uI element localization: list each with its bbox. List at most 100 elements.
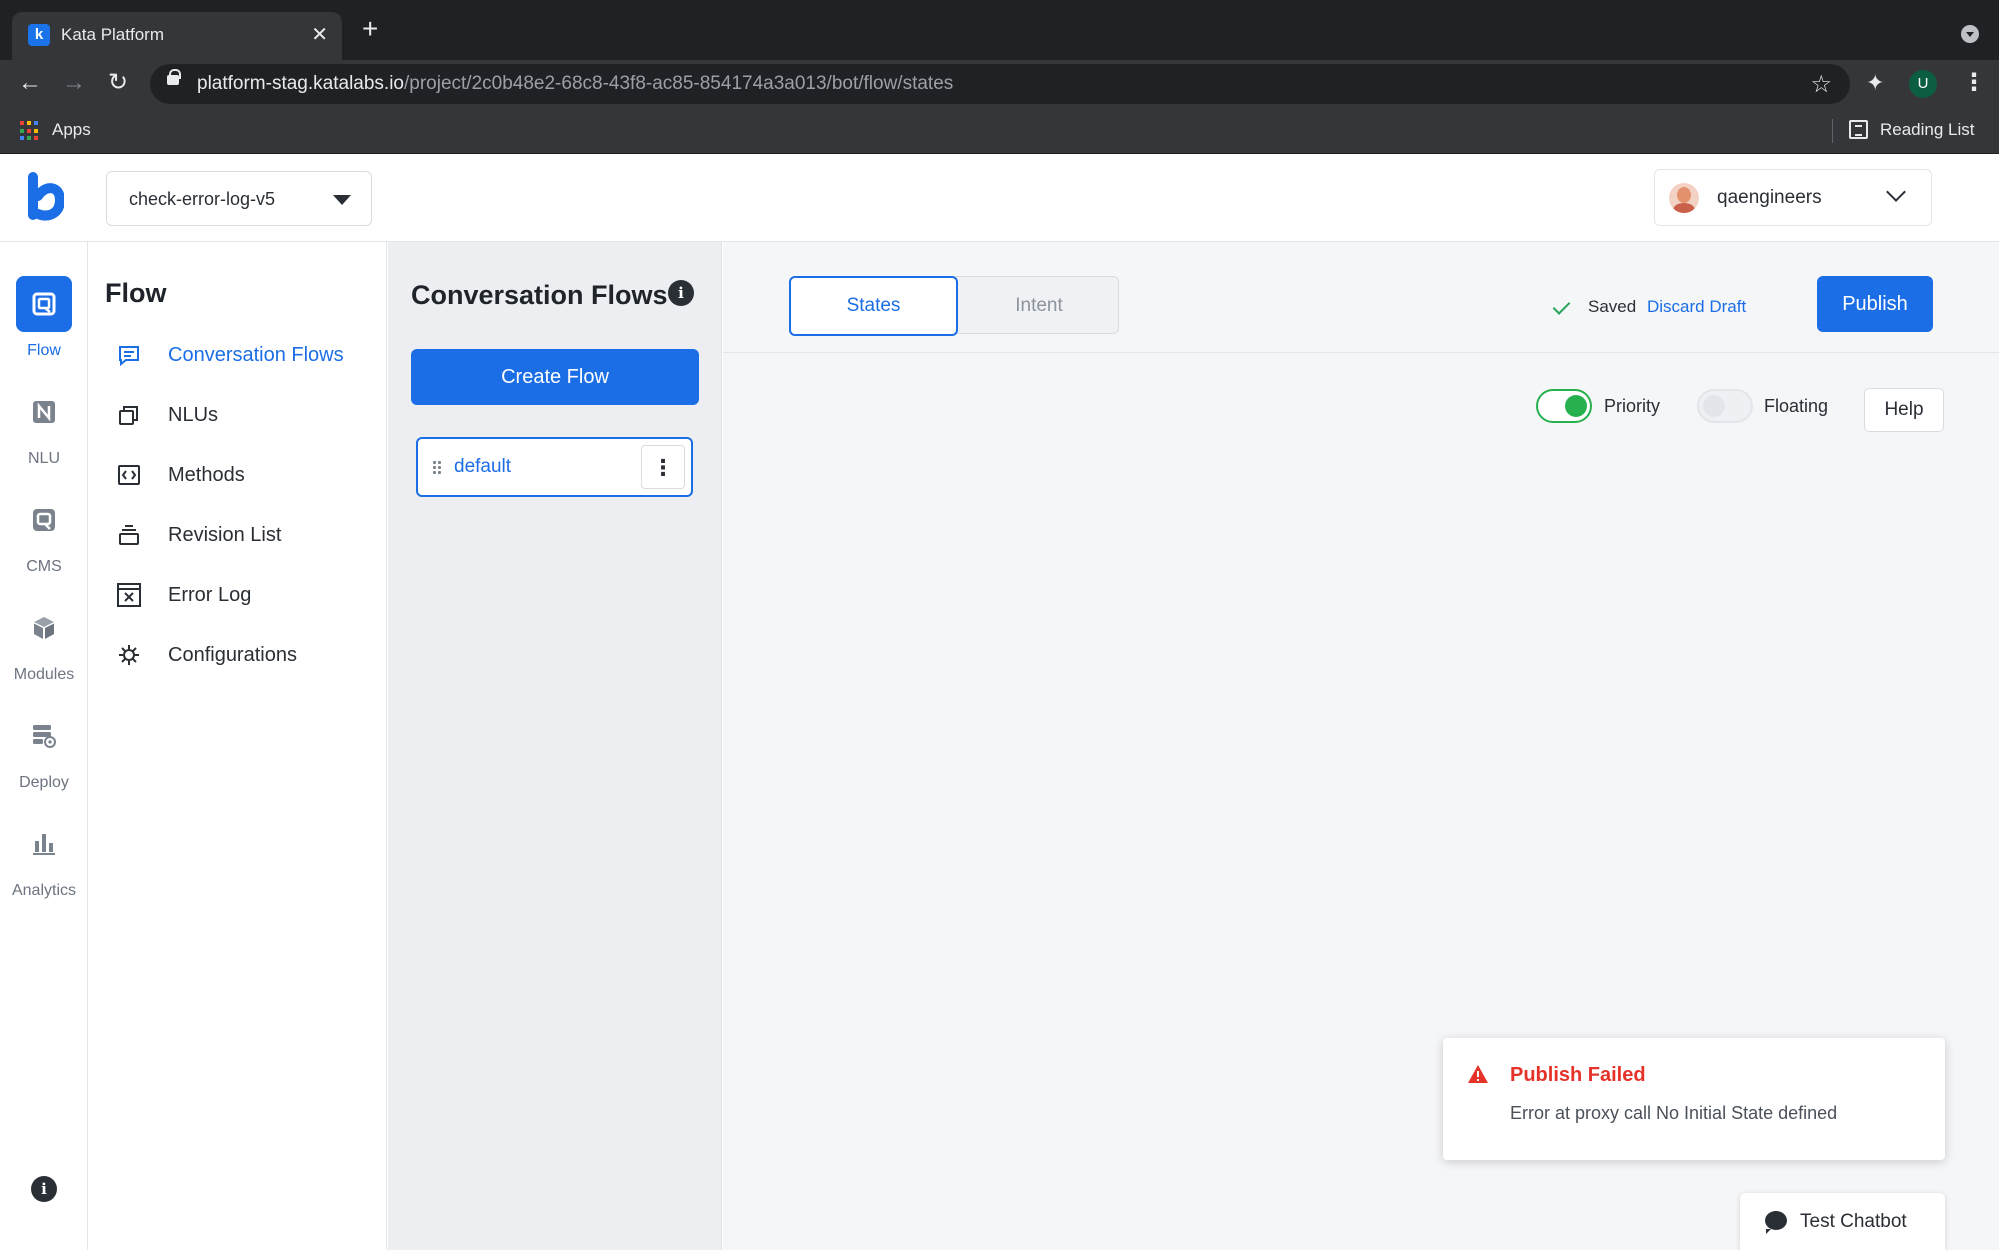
info-icon[interactable]: i bbox=[668, 280, 694, 306]
floating-toggle[interactable] bbox=[1697, 389, 1753, 423]
project-name: check-error-log-v5 bbox=[129, 189, 276, 209]
kata-logo-icon[interactable] bbox=[26, 170, 64, 222]
profile-avatar[interactable]: U bbox=[1909, 70, 1937, 98]
more-vertical-icon[interactable]: ⋮ bbox=[641, 445, 685, 489]
test-chatbot-button[interactable]: Test Chatbot bbox=[1740, 1193, 1945, 1250]
back-icon[interactable]: ← bbox=[18, 68, 42, 98]
flow-icon bbox=[32, 292, 56, 316]
reload-icon[interactable]: ↻ bbox=[108, 68, 128, 98]
bookmarks-bar: Apps Reading List bbox=[0, 108, 1999, 154]
info-icon[interactable]: i bbox=[31, 1176, 57, 1202]
cms-icon bbox=[33, 509, 55, 531]
address-bar[interactable]: platform-stag.katalabs.io/project/2c0b48… bbox=[150, 64, 1850, 104]
priority-toggle[interactable] bbox=[1536, 389, 1592, 423]
toast-message: Error at proxy call No Initial State def… bbox=[1510, 1103, 1838, 1123]
reading-list-icon[interactable] bbox=[1849, 120, 1868, 139]
rail-item-deploy[interactable]: Deploy bbox=[0, 708, 88, 808]
discard-draft-link[interactable]: Discard Draft bbox=[1647, 297, 1746, 317]
browser-tab[interactable]: k Kata Platform ✕ bbox=[12, 12, 342, 60]
test-chatbot-label: Test Chatbot bbox=[1800, 1211, 1907, 1232]
browser-tabbar: k Kata Platform ✕ + bbox=[0, 0, 1999, 60]
chat-icon bbox=[1765, 1211, 1787, 1234]
tab-title: Kata Platform bbox=[61, 25, 164, 44]
subnav-item-conversation-flows[interactable]: Conversation Flows bbox=[89, 333, 387, 377]
caret-down-icon bbox=[333, 195, 351, 205]
subnav-label: Error Log bbox=[168, 584, 252, 606]
modules-icon bbox=[34, 617, 54, 639]
project-selector[interactable]: check-error-log-v5 bbox=[106, 171, 372, 226]
apps-grid-icon[interactable] bbox=[20, 121, 40, 141]
priority-label: Priority bbox=[1604, 396, 1661, 416]
extensions-puzzle-icon[interactable]: ✦ bbox=[1866, 70, 1884, 96]
url-text: platform-stag.katalabs.io/project/2c0b48… bbox=[197, 73, 954, 94]
app-header: check-error-log-v5 qaengineers bbox=[0, 154, 1999, 242]
rail-label: Analytics bbox=[11, 882, 77, 899]
rail-label: Deploy bbox=[19, 774, 69, 791]
create-flow-button[interactable]: Create Flow bbox=[411, 349, 699, 405]
drag-handle-icon[interactable] bbox=[432, 460, 441, 476]
subnav-item-error-log[interactable]: Error Log bbox=[89, 573, 387, 617]
chevron-down-icon bbox=[1886, 182, 1906, 202]
view-tabs: States Intent bbox=[789, 276, 1120, 336]
warning-icon bbox=[1468, 1065, 1488, 1083]
publish-button[interactable]: Publish bbox=[1817, 276, 1933, 332]
rail-item-analytics[interactable]: Analytics bbox=[0, 816, 88, 916]
lock-icon[interactable] bbox=[167, 69, 181, 85]
subnav-item-configurations[interactable]: Configurations bbox=[89, 633, 387, 677]
reading-list-button[interactable]: Reading List bbox=[1880, 120, 1975, 140]
nlu-icon bbox=[33, 401, 55, 423]
code-icon bbox=[118, 465, 140, 485]
toast-title: Publish Failed bbox=[1510, 1064, 1646, 1086]
new-tab-button[interactable]: + bbox=[362, 14, 378, 44]
bookmarks-divider bbox=[1832, 119, 1833, 143]
browser-toolbar: ← → ↻ platform-stag.katalabs.io/project/… bbox=[0, 60, 1999, 108]
rail-label: Modules bbox=[13, 666, 75, 683]
subnav-item-methods[interactable]: Methods bbox=[89, 453, 387, 497]
apps-bookmark[interactable]: Apps bbox=[52, 120, 91, 140]
conversation-flows-panel: Conversation Flows i Create Flow default… bbox=[388, 242, 722, 1250]
subnav-label: Revision List bbox=[168, 524, 282, 546]
revision-icon bbox=[119, 525, 139, 545]
forward-icon[interactable]: → bbox=[62, 68, 86, 98]
rail-label: CMS bbox=[26, 558, 62, 575]
rail-item-flow[interactable]: Flow bbox=[0, 276, 88, 376]
deploy-icon bbox=[33, 725, 56, 748]
chrome-menu-icon[interactable]: ⋮ bbox=[1962, 68, 1986, 97]
tab-states[interactable]: States bbox=[789, 276, 958, 336]
rail-item-nlu[interactable]: NLU bbox=[0, 384, 88, 484]
flow-list-item[interactable]: default ⋮ bbox=[416, 437, 693, 497]
user-name: qaengineers bbox=[1717, 187, 1822, 208]
analytics-icon bbox=[33, 834, 55, 855]
subnav-label: Methods bbox=[168, 464, 245, 486]
tab-search-icon[interactable] bbox=[1961, 25, 1979, 43]
help-button[interactable]: Help bbox=[1864, 388, 1944, 432]
subnav-label: Configurations bbox=[168, 644, 297, 666]
chat-bubble-icon bbox=[119, 346, 139, 367]
close-tab-icon[interactable]: ✕ bbox=[311, 22, 328, 47]
flow-subnav: Flow Conversation Flows NLUs Methods Rev… bbox=[89, 242, 387, 1250]
rail-label: Flow bbox=[27, 342, 61, 359]
main-nav-rail: Flow NLU CMS Modules Deploy Analytics i bbox=[0, 242, 88, 1250]
floating-label: Floating bbox=[1764, 396, 1829, 416]
kata-favicon-icon: k bbox=[28, 24, 50, 46]
user-menu[interactable]: qaengineers bbox=[1654, 169, 1932, 226]
subnav-title: Flow bbox=[105, 278, 167, 308]
tab-intent[interactable]: Intent bbox=[958, 277, 1120, 335]
avatar bbox=[1669, 183, 1699, 213]
flow-name: default bbox=[454, 456, 512, 477]
toggle-knob bbox=[1703, 395, 1725, 417]
subnav-item-nlus[interactable]: NLUs bbox=[89, 393, 387, 437]
saved-status: Saved bbox=[1588, 297, 1637, 316]
toggle-knob bbox=[1565, 395, 1587, 417]
error-toast: Publish Failed Error at proxy call No In… bbox=[1443, 1038, 1945, 1160]
error-log-icon bbox=[117, 583, 141, 607]
subnav-label: Conversation Flows bbox=[168, 344, 344, 366]
subnav-label: NLUs bbox=[168, 404, 219, 426]
rail-item-cms[interactable]: CMS bbox=[0, 492, 88, 592]
canvas-toolbar: States Intent Saved Discard Draft Publis… bbox=[723, 242, 1999, 353]
subnav-item-revision-list[interactable]: Revision List bbox=[89, 513, 387, 557]
panel-title: Conversation Flows bbox=[411, 280, 668, 310]
nlu-stack-icon bbox=[119, 406, 138, 425]
bookmark-star-icon[interactable]: ☆ bbox=[1810, 70, 1832, 99]
rail-item-modules[interactable]: Modules bbox=[0, 600, 88, 700]
